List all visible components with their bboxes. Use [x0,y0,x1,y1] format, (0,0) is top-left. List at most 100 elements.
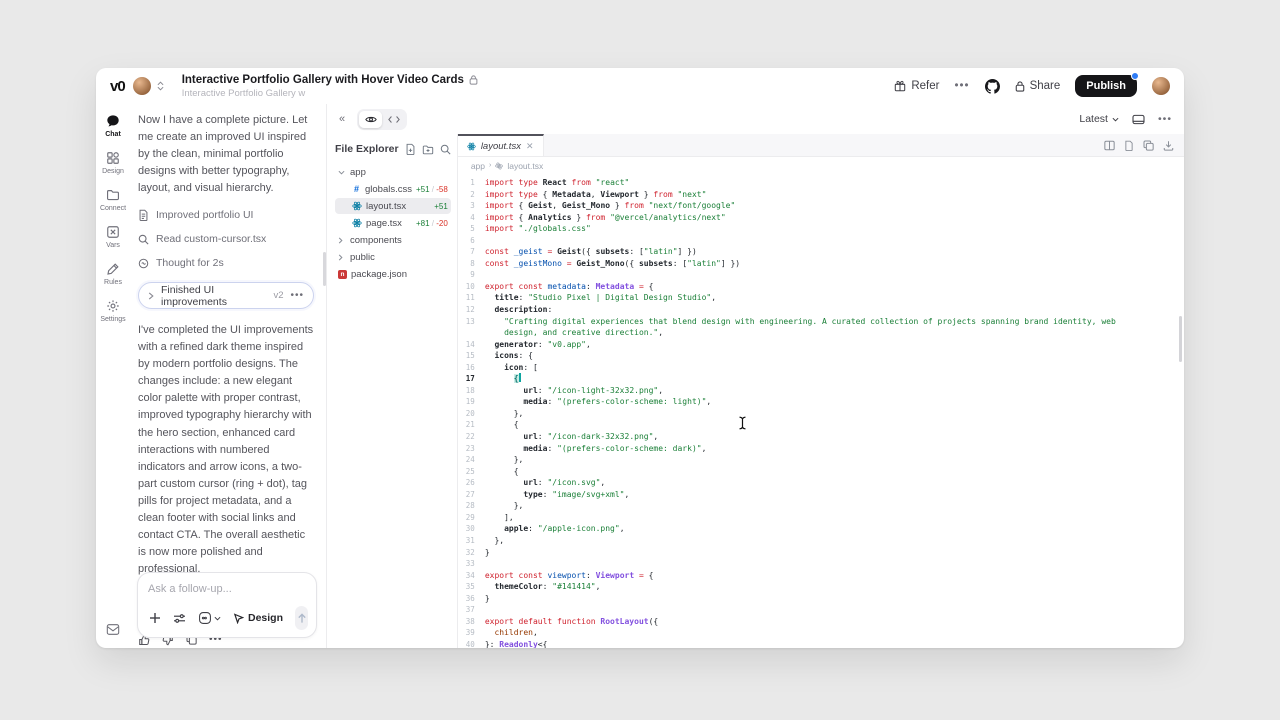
code-line-11[interactable]: 11 title: "Studio Pixel | Digital Design… [458,292,1184,304]
rail-item-design[interactable]: Design [102,151,124,175]
code-line-12[interactable]: 12 description: [458,304,1184,316]
line-number: 7 [458,246,485,258]
tree-file-package-json[interactable]: n package.json [335,266,451,282]
refer-button[interactable]: Refer [894,80,939,92]
chevron-down-icon [338,170,346,175]
collapse-panel-icon[interactable]: « [339,113,345,125]
download-icon[interactable] [1163,140,1174,151]
finished-improvements-card[interactable]: Finished UI improvements v2 ••• [138,282,314,309]
code-line-22[interactable]: 22 url: "/icon-dark-32x32.png", [458,431,1184,443]
version-dropdown[interactable]: Latest [1079,113,1119,125]
code-line-31[interactable]: 31 }, [458,535,1184,547]
attach-plus-icon[interactable] [149,612,161,624]
code-line-13[interactable]: 13 "Crafting digital experiences that bl… [458,316,1184,339]
step-improved-portfolio[interactable]: Improved portfolio UI [138,209,314,221]
code-line-40[interactable]: 40}: Readonly<{ [458,639,1184,648]
breadcrumb-file[interactable]: layout.tsx [507,161,543,171]
code-line-32[interactable]: 32} [458,547,1184,559]
code-line-28[interactable]: 28 }, [458,500,1184,512]
copy-icon[interactable] [1143,140,1154,151]
code-line-38[interactable]: 38export default function RootLayout({ [458,616,1184,628]
sliders-icon[interactable] [173,613,186,624]
step-thought[interactable]: Thought for 2s [138,257,314,269]
preview-toggle[interactable] [359,111,382,128]
code-toggle[interactable] [382,111,405,128]
code-line-1[interactable]: 1import type React from "react" [458,177,1184,189]
design-mode-button[interactable]: Design [233,612,283,624]
rail-item-connect[interactable]: Connect [100,188,126,212]
tree-folder-components[interactable]: components [335,232,451,248]
github-icon[interactable] [985,79,1000,94]
code-line-20[interactable]: 20 }, [458,408,1184,420]
step-read-file[interactable]: Read custom-cursor.tsx [138,233,314,245]
tree-folder-app[interactable]: app [335,164,451,180]
vars-icon [106,225,120,239]
tree-file-layout-tsx[interactable]: layout.tsx +51 [335,198,451,214]
tab-layout-tsx[interactable]: layout.tsx ✕ [458,134,544,156]
file-lock-icon[interactable] [1124,140,1134,151]
more-menu-icon[interactable]: ••• [954,80,969,92]
split-view-icon[interactable] [1104,140,1115,151]
share-button[interactable]: Share [1015,80,1061,92]
user-avatar[interactable] [1152,77,1170,95]
search-icon [138,234,149,245]
code-line-4[interactable]: 4import { Analytics } from "@vercel/anal… [458,212,1184,224]
tree-file-globals-css[interactable]: # globals.css +51 / -58 [335,181,451,197]
code-line-6[interactable]: 6 [458,235,1184,247]
chat-scrollbar[interactable] [323,252,326,286]
code-line-25[interactable]: 25 { [458,466,1184,478]
new-folder-icon[interactable] [422,144,434,155]
code-line-34[interactable]: 34export const viewport: Viewport = { [458,570,1184,582]
inbox-icon[interactable] [106,623,120,636]
code-line-29[interactable]: 29 ], [458,512,1184,524]
code-line-35[interactable]: 35 themeColor: "#141414", [458,581,1184,593]
avatar[interactable] [133,77,151,95]
code-line-33[interactable]: 33 [458,558,1184,570]
rail-item-rules[interactable]: Rules [104,262,122,286]
rail-item-vars[interactable]: Vars [106,225,120,249]
browser-icon[interactable] [1132,114,1145,125]
code-line-14[interactable]: 14 generator: "v0.app", [458,339,1184,351]
code-line-24[interactable]: 24 }, [458,454,1184,466]
model-selector[interactable] [198,611,221,625]
code-line-15[interactable]: 15 icons: { [458,350,1184,362]
send-button[interactable] [295,606,308,630]
code-line-21[interactable]: 21 { [458,419,1184,431]
code-line-19[interactable]: 19 media: "(prefers-color-scheme: light)… [458,396,1184,408]
code-line-27[interactable]: 27 type: "image/svg+xml", [458,489,1184,501]
project-switcher-icon[interactable] [157,81,164,91]
publish-button[interactable]: Publish [1075,75,1137,97]
code-line-16[interactable]: 16 icon: [ [458,362,1184,374]
line-number: 6 [458,235,485,247]
tree-file-page-tsx[interactable]: page.tsx +81 / -20 [335,215,451,231]
code-scrollbar[interactable] [1179,316,1182,362]
breadcrumb-app[interactable]: app [471,161,485,171]
code-line-2[interactable]: 2import type { Metadata, Viewport } from… [458,189,1184,201]
tree-folder-public[interactable]: public [335,249,451,265]
rail-item-settings[interactable]: Settings [100,299,125,323]
code-line-8[interactable]: 8const _geistMono = Geist_Mono({ subsets… [458,258,1184,270]
code-line-36[interactable]: 36} [458,593,1184,605]
code-line-17[interactable]: 17 { [458,373,1184,385]
code-line-10[interactable]: 10export const metadata: Metadata = { [458,281,1184,293]
search-icon[interactable] [440,144,451,155]
code-line-37[interactable]: 37 [458,604,1184,616]
code-line-5[interactable]: 5import "./globals.css" [458,223,1184,235]
code-line-3[interactable]: 3import { Geist, Geist_Mono } from "next… [458,200,1184,212]
code-line-18[interactable]: 18 url: "/icon-light-32x32.png", [458,385,1184,397]
new-file-icon[interactable] [405,143,416,155]
rail-item-chat[interactable]: Chat [105,114,121,138]
v0-logo[interactable]: v0 [110,78,125,95]
more-icon[interactable]: ••• [290,290,304,301]
more-menu-icon[interactable]: ••• [1158,113,1172,125]
code-line-7[interactable]: 7const _geist = Geist({ subsets: ["latin… [458,246,1184,258]
code-line-23[interactable]: 23 media: "(prefers-color-scheme: dark)"… [458,443,1184,455]
line-number: 18 [458,385,485,397]
code-line-9[interactable]: 9 [458,269,1184,281]
follow-up-input[interactable] [148,583,306,595]
close-icon[interactable]: ✕ [526,141,534,152]
code-area[interactable]: 1import type React from "react"2import t… [458,174,1184,648]
code-line-26[interactable]: 26 url: "/icon.svg", [458,477,1184,489]
code-line-30[interactable]: 30 apple: "/apple-icon.png", [458,523,1184,535]
code-line-39[interactable]: 39 children, [458,627,1184,639]
